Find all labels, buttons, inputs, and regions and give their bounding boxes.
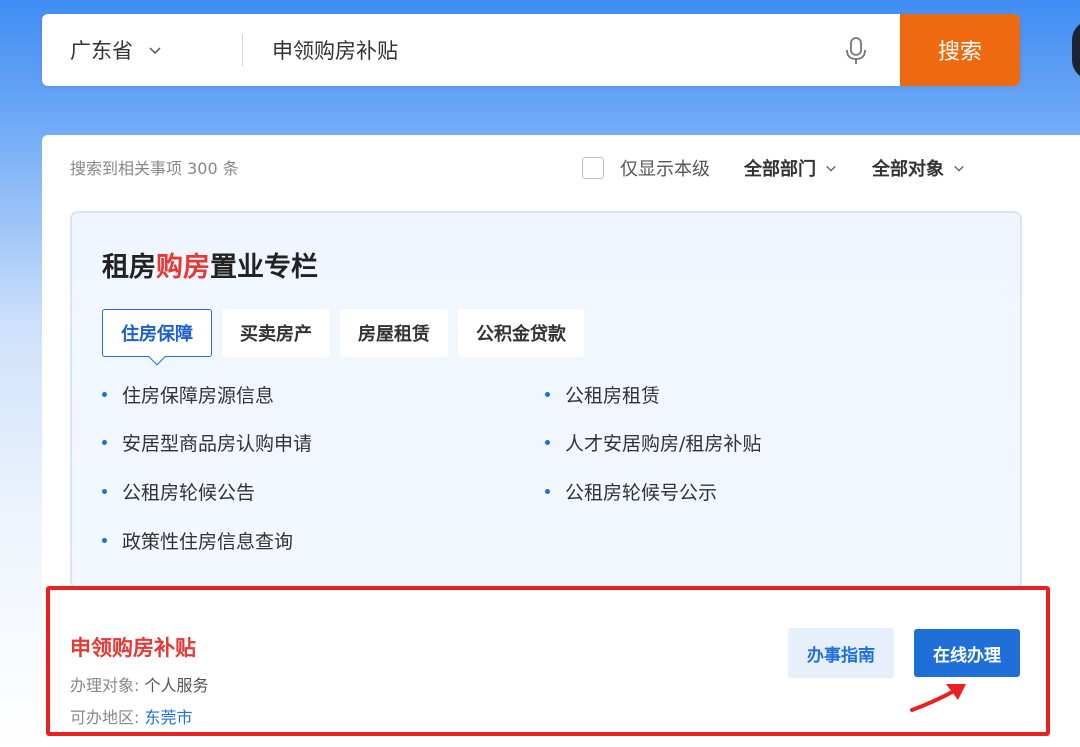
arrow-annotation-icon — [910, 684, 966, 712]
bullet-icon — [102, 489, 107, 494]
result-item: 申领购房补贴 办理对象: 个人服务 可办地区: 东莞市 办事指南 在线办理 — [46, 586, 1050, 736]
tab-housing-security[interactable]: 住房保障 — [102, 309, 212, 357]
chevron-down-icon — [149, 47, 161, 55]
only-level-label[interactable]: 仅显示本级 — [620, 155, 710, 181]
housing-column: 租房购房置业专栏 住房保障 买卖房产 房屋租赁 公积金贷款 住房保障房源信息 公… — [70, 211, 1022, 589]
column-title-highlight: 购房 — [156, 252, 210, 283]
column-title-prefix: 租房 — [102, 252, 156, 283]
service-label: 公租房轮候号公示 — [565, 482, 718, 504]
tab-property-trade[interactable]: 买卖房产 — [222, 309, 330, 357]
region-meta-label: 可办地区: — [70, 708, 140, 727]
divider — [242, 34, 243, 66]
list-item[interactable]: 政策性住房信息查询 — [102, 527, 293, 554]
region-label: 广东省 — [70, 39, 133, 63]
chevron-down-icon — [826, 165, 836, 172]
search-bar: 广东省 搜索 — [42, 14, 1020, 86]
department-filter-label: 全部部门 — [744, 159, 816, 180]
bullet-icon — [545, 440, 550, 445]
search-input[interactable] — [272, 14, 852, 86]
guide-button[interactable]: 办事指南 — [788, 628, 894, 678]
service-label: 公租房轮候公告 — [122, 482, 256, 504]
list-item[interactable]: 公租房轮候号公示 — [545, 478, 717, 505]
service-label: 公租房租赁 — [565, 385, 661, 407]
chevron-down-icon — [954, 165, 964, 172]
search-button[interactable]: 搜索 — [900, 14, 1020, 86]
result-count: 搜索到相关事项 300 条 — [70, 159, 239, 178]
service-label: 住房保障房源信息 — [122, 385, 275, 407]
tab-housing-fund-loan[interactable]: 公积金贷款 — [458, 309, 584, 357]
filter-bar: 仅显示本级 全部部门 全部对象 — [582, 153, 966, 183]
microphone-icon[interactable] — [844, 36, 868, 66]
target-filter[interactable]: 全部对象 — [872, 155, 966, 181]
list-item[interactable]: 公租房租赁 — [545, 381, 660, 408]
bullet-icon — [545, 392, 550, 397]
region-meta-link[interactable]: 东莞市 — [145, 708, 193, 727]
only-level-checkbox[interactable] — [582, 157, 604, 179]
list-item[interactable]: 住房保障房源信息 — [102, 381, 274, 408]
department-filter[interactable]: 全部部门 — [744, 155, 838, 181]
target-meta: 办理对象: 个人服务 — [70, 672, 209, 696]
result-title[interactable]: 申领购房补贴 — [70, 632, 196, 662]
bullet-icon — [545, 489, 550, 494]
bullet-icon — [102, 440, 107, 445]
region-selector[interactable]: 广东省 — [70, 14, 163, 86]
tab-house-rental[interactable]: 房屋租赁 — [340, 309, 448, 357]
column-title-suffix: 置业专栏 — [210, 252, 318, 283]
column-title: 租房购房置业专栏 — [102, 245, 318, 284]
bullet-icon — [102, 538, 107, 543]
list-item[interactable]: 公租房轮候公告 — [102, 478, 255, 505]
bullet-icon — [102, 392, 107, 397]
list-item[interactable]: 安居型商品房认购申请 — [102, 429, 312, 456]
service-label: 人才安居购房/租房补贴 — [565, 433, 762, 455]
target-meta-value: 个人服务 — [144, 676, 209, 695]
column-tabs: 住房保障 买卖房产 房屋租赁 公积金贷款 — [102, 309, 594, 357]
avatar — [1072, 20, 1080, 80]
service-label: 安居型商品房认购申请 — [122, 433, 313, 455]
region-meta: 可办地区: 东莞市 — [70, 704, 193, 728]
list-item[interactable]: 人才安居购房/租房补贴 — [545, 429, 761, 456]
target-filter-label: 全部对象 — [872, 159, 944, 180]
online-apply-button[interactable]: 在线办理 — [914, 629, 1020, 677]
target-meta-label: 办理对象: — [70, 676, 140, 695]
service-label: 政策性住房信息查询 — [122, 531, 294, 553]
